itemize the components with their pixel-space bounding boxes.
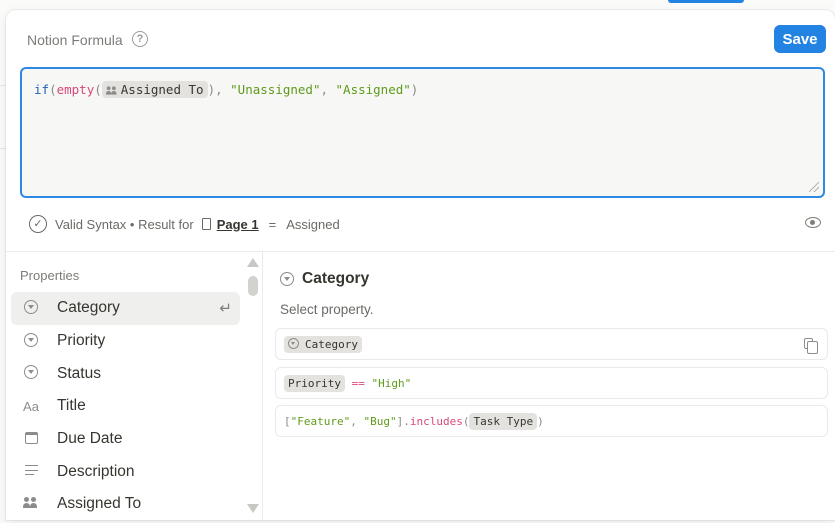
check-circle-icon: ✓: [29, 215, 47, 233]
divider: [262, 252, 263, 520]
formula-input[interactable]: if(empty(Assigned To), "Unassigned", "As…: [20, 67, 825, 198]
string-value: "High": [371, 376, 412, 390]
chip-label: Category: [305, 337, 358, 351]
select-icon: [23, 365, 39, 382]
open-paren: (: [49, 82, 57, 97]
divider: [6, 251, 835, 252]
properties-list: Category ↵ Priority Status Aa Title Due …: [11, 292, 240, 520]
eye-icon[interactable]: [805, 217, 821, 228]
status-prefix: Valid Syntax • Result for: [55, 216, 194, 232]
property-label: Title: [57, 397, 86, 415]
property-item-assigned-to[interactable]: Assigned To: [11, 488, 240, 520]
syntax-status: ✓ Valid Syntax • Result for Page 1 = Ass…: [29, 215, 340, 233]
property-chip-priority: Priority: [284, 374, 345, 392]
function-includes: includes: [409, 414, 463, 428]
property-item-description[interactable]: Description: [11, 455, 240, 488]
detail-title: Category: [280, 270, 369, 288]
chip-label: Assigned To: [120, 82, 204, 97]
resize-handle[interactable]: [809, 182, 819, 192]
property-item-due-date[interactable]: Due Date: [11, 423, 240, 456]
fn-open-paren: (: [94, 82, 102, 97]
property-chip-task-type: Task Type: [469, 412, 538, 430]
background-button-edge: [668, 0, 744, 3]
result-page-link[interactable]: Page 1: [217, 217, 259, 232]
property-chip-category: Category: [284, 335, 362, 353]
page-icon: [201, 218, 211, 230]
property-label: Status: [57, 364, 101, 382]
fn-open-paren: (: [462, 414, 470, 428]
string-assigned: "Assigned": [335, 82, 411, 97]
save-button[interactable]: Save: [774, 25, 826, 53]
example-priority[interactable]: Priority == "High": [275, 367, 828, 399]
separator: ,: [320, 82, 336, 97]
calendar-icon: [23, 431, 39, 447]
property-item-category[interactable]: Category ↵: [11, 292, 240, 325]
help-icon[interactable]: ?: [132, 31, 148, 47]
equals-sign: =: [268, 216, 277, 232]
dot: .: [403, 414, 410, 428]
select-icon: [23, 332, 39, 350]
keyword-if: if: [34, 82, 50, 97]
fn-close-paren: ): [537, 414, 544, 428]
property-label: Priority: [57, 332, 106, 350]
property-label: Description: [57, 462, 135, 480]
select-icon: [288, 337, 299, 349]
scroll-up-arrow[interactable]: [247, 258, 259, 267]
fn-close-paren: ): [207, 82, 216, 97]
list-literal: ["Feature", "Bug"]: [284, 414, 404, 428]
select-icon: [23, 299, 39, 317]
property-item-title[interactable]: Aa Title: [11, 390, 240, 423]
example-category[interactable]: Category: [275, 328, 828, 360]
formula-code: if(empty(Assigned To), "Unassigned", "As…: [34, 81, 418, 98]
scrollbar-thumb[interactable]: [248, 276, 258, 296]
copy-icon[interactable]: [804, 338, 818, 354]
close-paren: ): [410, 82, 419, 97]
result-value: Assigned: [286, 216, 340, 232]
property-label: Due Date: [57, 430, 123, 448]
people-icon: [105, 85, 118, 97]
operator-equals: ==: [351, 376, 365, 390]
property-label: Category: [57, 299, 120, 317]
enter-icon: ↵: [219, 300, 232, 318]
separator: ,: [215, 82, 231, 97]
property-label: Assigned To: [57, 495, 142, 513]
scroll-down-arrow[interactable]: [247, 504, 259, 513]
modal-header: Notion Formula ? Save: [6, 10, 835, 66]
text-lines-icon: [23, 464, 39, 479]
property-chip-assigned-to[interactable]: Assigned To: [101, 81, 208, 98]
modal-title: Notion Formula: [27, 32, 123, 48]
property-item-status[interactable]: Status: [11, 357, 240, 390]
formula-editor-modal: Notion Formula ? Save if(empty(Assigned …: [6, 10, 835, 520]
people-icon: [23, 496, 39, 512]
detail-description: Select property.: [280, 302, 374, 317]
text-aa-icon: Aa: [23, 398, 39, 414]
detail-title-label: Category: [302, 270, 370, 287]
string-unassigned: "Unassigned": [230, 82, 321, 97]
function-empty: empty: [56, 82, 95, 97]
properties-header: Properties: [20, 268, 80, 283]
property-item-priority[interactable]: Priority: [11, 325, 240, 358]
example-includes[interactable]: ["Feature", "Bug"]. includes(Task Type): [275, 405, 828, 437]
select-icon: [280, 272, 294, 286]
